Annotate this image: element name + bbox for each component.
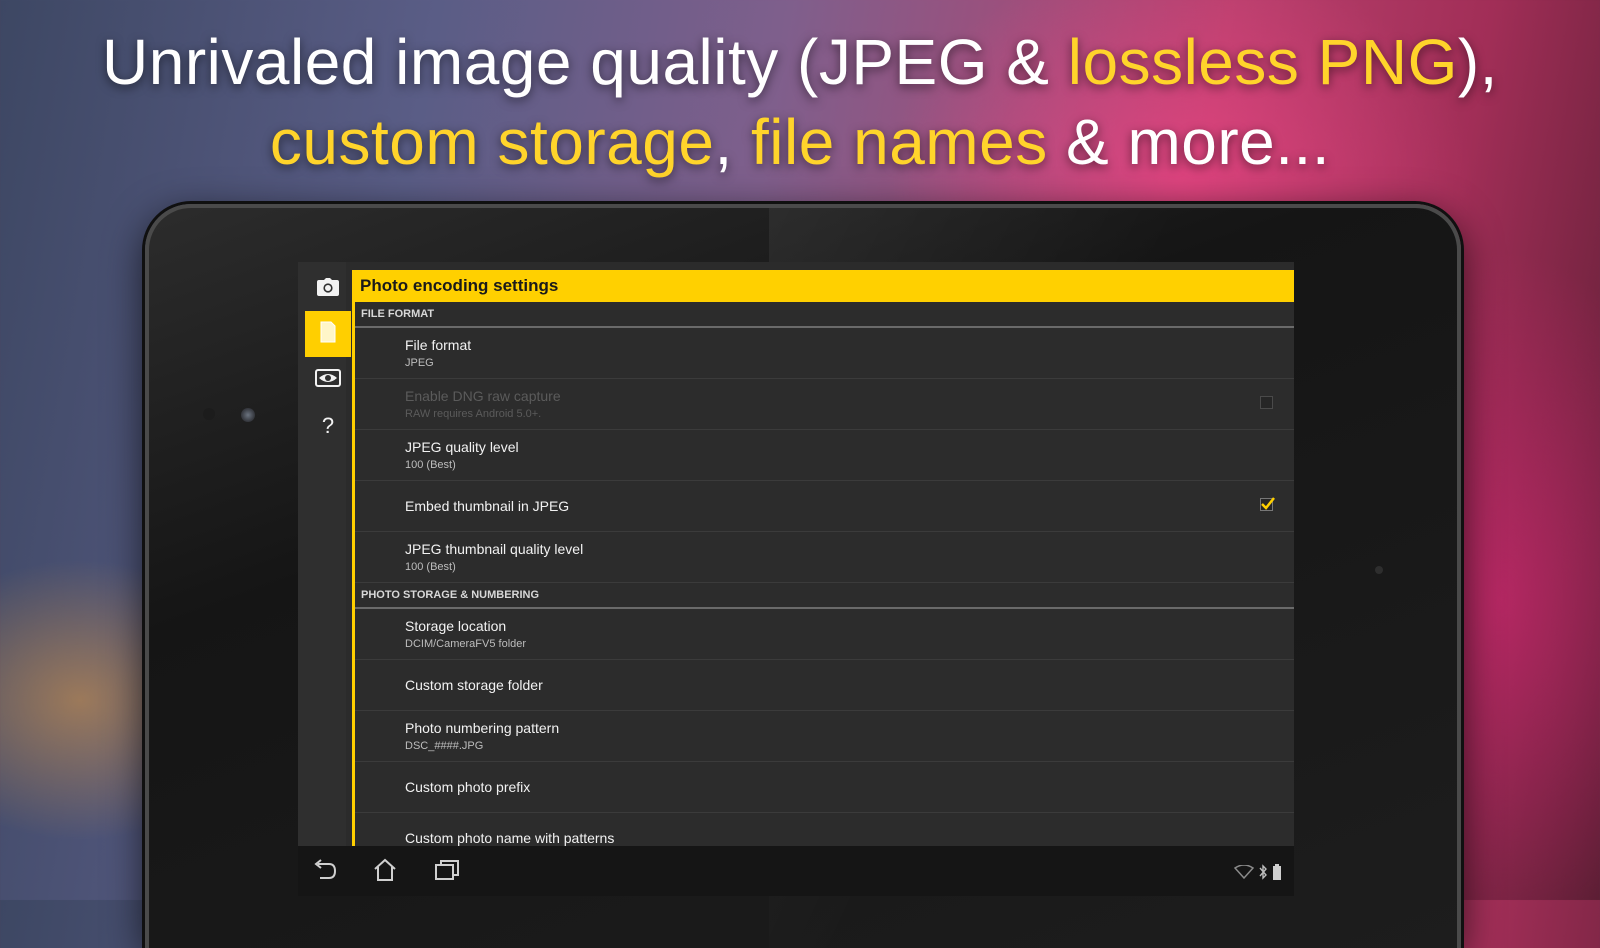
setting-custom-storage-folder[interactable]: Custom storage folder (355, 660, 1294, 711)
setting-jpeg-quality[interactable]: JPEG quality level 100 (Best) (355, 430, 1294, 481)
promo-headline: Unrivaled image quality (JPEG & lossless… (0, 22, 1600, 182)
setting-dng-raw-capture: Enable DNG raw capture RAW requires Andr… (355, 379, 1294, 430)
settings-panel: Photo encoding settings FILE FORMAT File… (352, 270, 1294, 864)
wifi-icon (1233, 864, 1255, 884)
setting-title: Embed thumbnail in JPEG (405, 498, 570, 514)
headline-highlight: custom storage (269, 106, 715, 178)
recents-icon[interactable] (434, 858, 460, 887)
sensor-dot (203, 408, 215, 420)
setting-title: Custom photo name with patterns (405, 830, 615, 846)
setting-file-format[interactable]: File format JPEG (355, 328, 1294, 379)
setting-summary: DCIM/CameraFV5 folder (405, 638, 527, 650)
setting-title: JPEG thumbnail quality level (405, 541, 584, 557)
setting-title: JPEG quality level (405, 439, 519, 455)
headline-line-1: Unrivaled image quality (JPEG & lossless… (0, 22, 1600, 102)
help-icon: ? (321, 413, 335, 438)
sidebar-item-camera[interactable] (305, 266, 351, 312)
dng-checkbox (1260, 396, 1273, 409)
embed-thumbnail-checkbox[interactable] (1260, 497, 1275, 511)
bluetooth-icon (1258, 864, 1268, 885)
sidebar-item-photo-encoding[interactable] (305, 311, 351, 357)
document-icon (319, 321, 337, 348)
back-icon[interactable] (312, 858, 338, 887)
page-title: Photo encoding settings (355, 270, 1294, 302)
headline-highlight: file names (751, 106, 1048, 178)
setting-thumbnail-quality[interactable]: JPEG thumbnail quality level 100 (Best) (355, 532, 1294, 583)
status-icons (1233, 864, 1282, 885)
setting-summary: DSC_####.JPG (405, 740, 484, 752)
sidebar-item-viewfinder[interactable] (305, 357, 351, 403)
android-navbar (298, 846, 1294, 896)
setting-title: Photo numbering pattern (405, 720, 560, 736)
camera-icon (316, 277, 340, 302)
headline-text: ), (1457, 26, 1498, 98)
headline-text: & more... (1047, 106, 1331, 178)
home-icon[interactable] (372, 858, 398, 887)
setting-title: Enable DNG raw capture (405, 388, 561, 404)
setting-title: Custom photo prefix (405, 779, 531, 795)
setting-summary: JPEG (405, 357, 434, 369)
settings-sidebar: ? (298, 262, 351, 846)
section-header: PHOTO STORAGE & NUMBERING (355, 583, 1294, 609)
headline-line-2: custom storage, file names & more... (0, 102, 1600, 182)
eye-icon (315, 368, 341, 392)
front-camera (241, 408, 255, 422)
setting-custom-prefix[interactable]: Custom photo prefix (355, 762, 1294, 813)
sidebar-item-help[interactable]: ? (305, 403, 351, 449)
setting-summary: 100 (Best) (405, 459, 456, 471)
setting-title: Storage location (405, 618, 507, 634)
device-screen: ? Photo encoding settings FILE FORMAT Fi… (298, 262, 1294, 896)
sensor-dot (1375, 566, 1383, 574)
setting-title: Custom storage folder (405, 677, 543, 693)
headline-text: Unrivaled image quality (JPEG & (102, 26, 1068, 98)
setting-storage-location[interactable]: Storage location DCIM/CameraFV5 folder (355, 609, 1294, 660)
headline-highlight: lossless PNG (1067, 26, 1458, 98)
headline-text: , (714, 106, 751, 178)
checkmark-icon (1261, 497, 1275, 510)
setting-title: File format (405, 337, 472, 353)
section-header: FILE FORMAT (355, 302, 1294, 328)
setting-numbering-pattern[interactable]: Photo numbering pattern DSC_####.JPG (355, 711, 1294, 762)
setting-summary: 100 (Best) (405, 561, 456, 573)
setting-embed-thumbnail[interactable]: Embed thumbnail in JPEG (355, 481, 1294, 532)
setting-summary: RAW requires Android 5.0+. (405, 408, 542, 420)
battery-icon (1272, 864, 1282, 885)
